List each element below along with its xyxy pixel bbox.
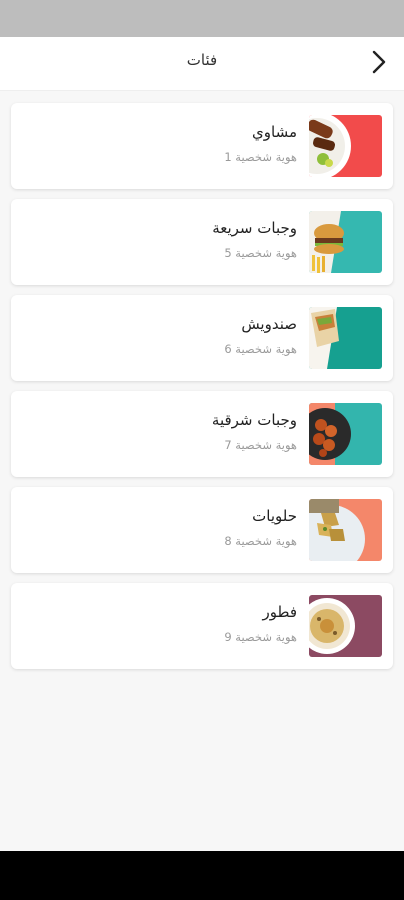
- chevron-right-icon: [371, 50, 387, 78]
- category-image: [309, 307, 382, 369]
- category-title: وجبات سريعة: [212, 219, 297, 237]
- category-card-grills[interactable]: مشاوي هوية شخصية 1: [11, 103, 393, 189]
- category-subtitle: هوية شخصية 8: [224, 534, 297, 548]
- category-title: فطور: [262, 603, 297, 621]
- status-bar: [0, 0, 404, 37]
- category-title: حلويات: [252, 507, 297, 525]
- category-image: [309, 403, 382, 465]
- category-subtitle: هوية شخصية 6: [224, 342, 297, 356]
- category-image: [309, 499, 382, 561]
- category-title: صندويش: [241, 315, 297, 333]
- system-navigation-bar: [0, 851, 404, 900]
- category-subtitle: هوية شخصية 9: [224, 630, 297, 644]
- app-bar: فئات: [0, 37, 404, 91]
- category-card-fast-food[interactable]: وجبات سريعة هوية شخصية 5: [11, 199, 393, 285]
- category-image: [309, 211, 382, 273]
- back-button[interactable]: [362, 47, 396, 81]
- category-card-sandwich[interactable]: صندويش هوية شخصية 6: [11, 295, 393, 381]
- category-card-oriental[interactable]: وجبات شرقية هوية شخصية 7: [11, 391, 393, 477]
- category-image: [309, 595, 382, 657]
- category-card-breakfast[interactable]: فطور هوية شخصية 9: [11, 583, 393, 669]
- category-title: وجبات شرقية: [211, 411, 297, 429]
- category-subtitle: هوية شخصية 5: [224, 246, 297, 260]
- category-card-desserts[interactable]: حلويات هوية شخصية 8: [11, 487, 393, 573]
- category-subtitle: هوية شخصية 1: [224, 150, 297, 164]
- page-title: فئات: [186, 51, 218, 69]
- category-title: مشاوي: [252, 123, 297, 141]
- category-subtitle: هوية شخصية 7: [224, 438, 297, 452]
- category-image: [309, 115, 382, 177]
